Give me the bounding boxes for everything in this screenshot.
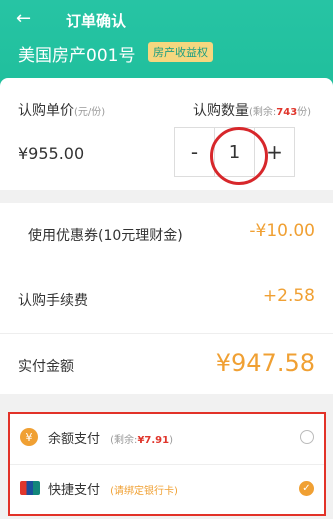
radio-unselected-icon[interactable] — [300, 430, 314, 444]
quantity-label: 认购数量(剩余:743份) — [193, 103, 312, 119]
total-value: ¥947.58 — [215, 349, 315, 377]
quick-payment-option[interactable]: 快捷支付 (请绑定银行卡) ✓ — [10, 464, 324, 514]
fee-row: 认购手续费 +2.58 — [0, 268, 333, 334]
page-title: 订单确认 — [66, 12, 127, 30]
coin-bag-icon: ¥ — [20, 428, 38, 446]
checkmark-icon[interactable]: ✓ — [299, 481, 314, 496]
product-name: 美国房产001号 — [18, 46, 136, 66]
coupon-row[interactable]: 使用优惠券(10元理财金) -¥10.00 — [0, 203, 333, 269]
unit-price-label: 认购单价(元/份) — [18, 103, 106, 119]
purchase-card: 认购单价(元/份) 认购数量(剩余:743份) ¥955.00 - 1 + — [0, 78, 333, 190]
fee-value: +2.58 — [262, 286, 315, 306]
balance-payment-option[interactable]: ¥ 余额支付 (剩余:¥7.91) — [10, 414, 324, 463]
arrow-left-icon[interactable]: ← — [16, 9, 31, 29]
balance-payment-label: 余额支付 — [48, 432, 101, 447]
minus-button[interactable]: - — [174, 127, 215, 177]
coupon-label: 使用优惠券(10元理财金) — [28, 228, 183, 244]
balance-remaining: (剩余:¥7.91) — [110, 435, 173, 446]
fee-label: 认购手续费 — [18, 293, 88, 309]
coupon-value: -¥10.00 — [249, 221, 315, 241]
payment-section: ¥ 余额支付 (剩余:¥7.91) 快捷支付 (请绑定银行卡) ✓ — [8, 412, 326, 516]
bind-card-hint: (请绑定银行卡) — [110, 486, 178, 497]
unionpay-icon — [20, 481, 40, 495]
quick-payment-label: 快捷支付 — [48, 483, 101, 498]
product-badge: 房产收益权 — [148, 42, 213, 62]
total-row: 实付金额 ¥947.58 — [0, 334, 333, 394]
unit-price: ¥955.00 — [18, 144, 85, 163]
highlight-circle — [210, 127, 268, 185]
total-label: 实付金额 — [18, 359, 74, 375]
